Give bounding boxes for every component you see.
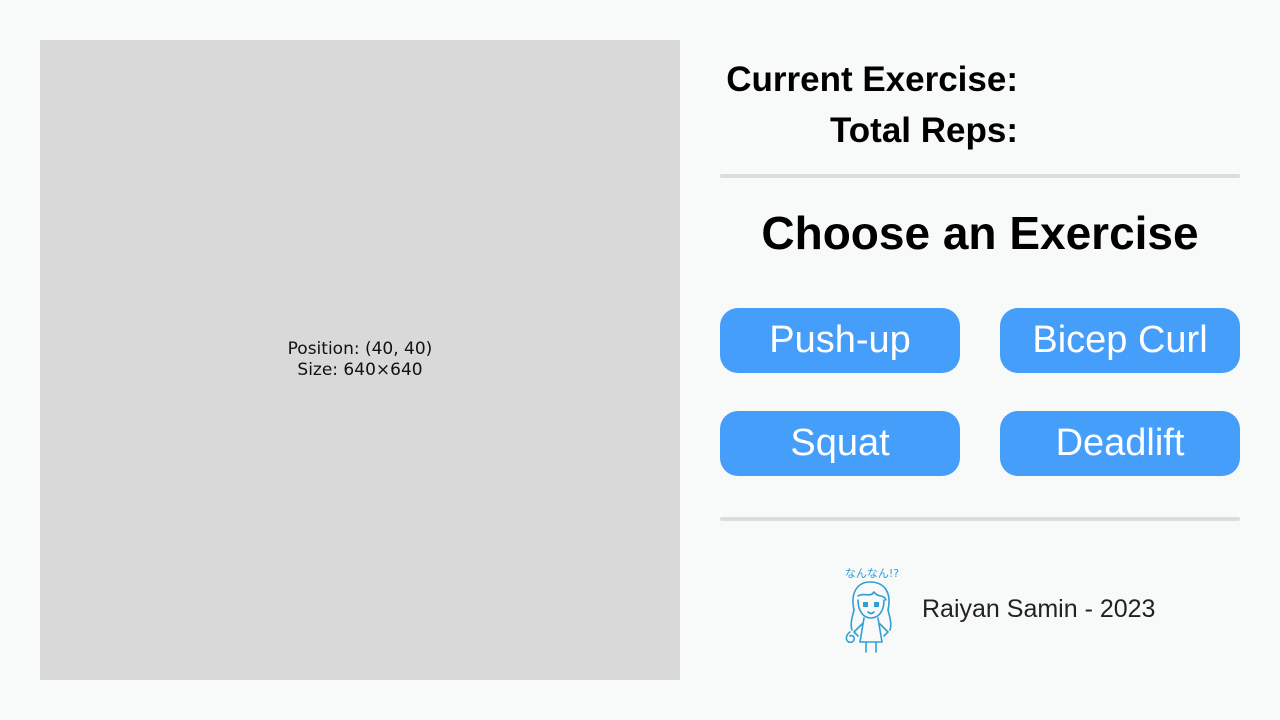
choose-exercise-heading: Choose an Exercise — [761, 207, 1199, 259]
app-root: Position: (40, 40) Size: 640×640 Current… — [0, 0, 1280, 720]
avatar-sketch-icon: なんなん!? — [845, 567, 899, 653]
current-exercise-label: Current Exercise: — [726, 60, 1018, 99]
total-reps-label: Total Reps: — [830, 111, 1018, 150]
position-label: Position: (40, 40) — [287, 339, 433, 359]
push-up-button[interactable]: Push-up — [720, 308, 960, 373]
camera-feed-panel: Position: (40, 40) Size: 640×640 — [40, 40, 680, 680]
exercise-status: Current Exercise: Total Reps: — [726, 58, 1018, 160]
size-label: Size: 640×640 — [297, 360, 423, 380]
bicep-curl-button[interactable]: Bicep Curl — [1000, 308, 1240, 373]
deadlift-button[interactable]: Deadlift — [1000, 411, 1240, 476]
author-credit: Raiyan Samin - 2023 — [922, 595, 1156, 623]
divider-bottom — [720, 517, 1240, 521]
divider-top — [720, 174, 1240, 178]
squat-button[interactable]: Squat — [720, 411, 960, 476]
avatar-caption: なんなん!? — [845, 567, 899, 580]
